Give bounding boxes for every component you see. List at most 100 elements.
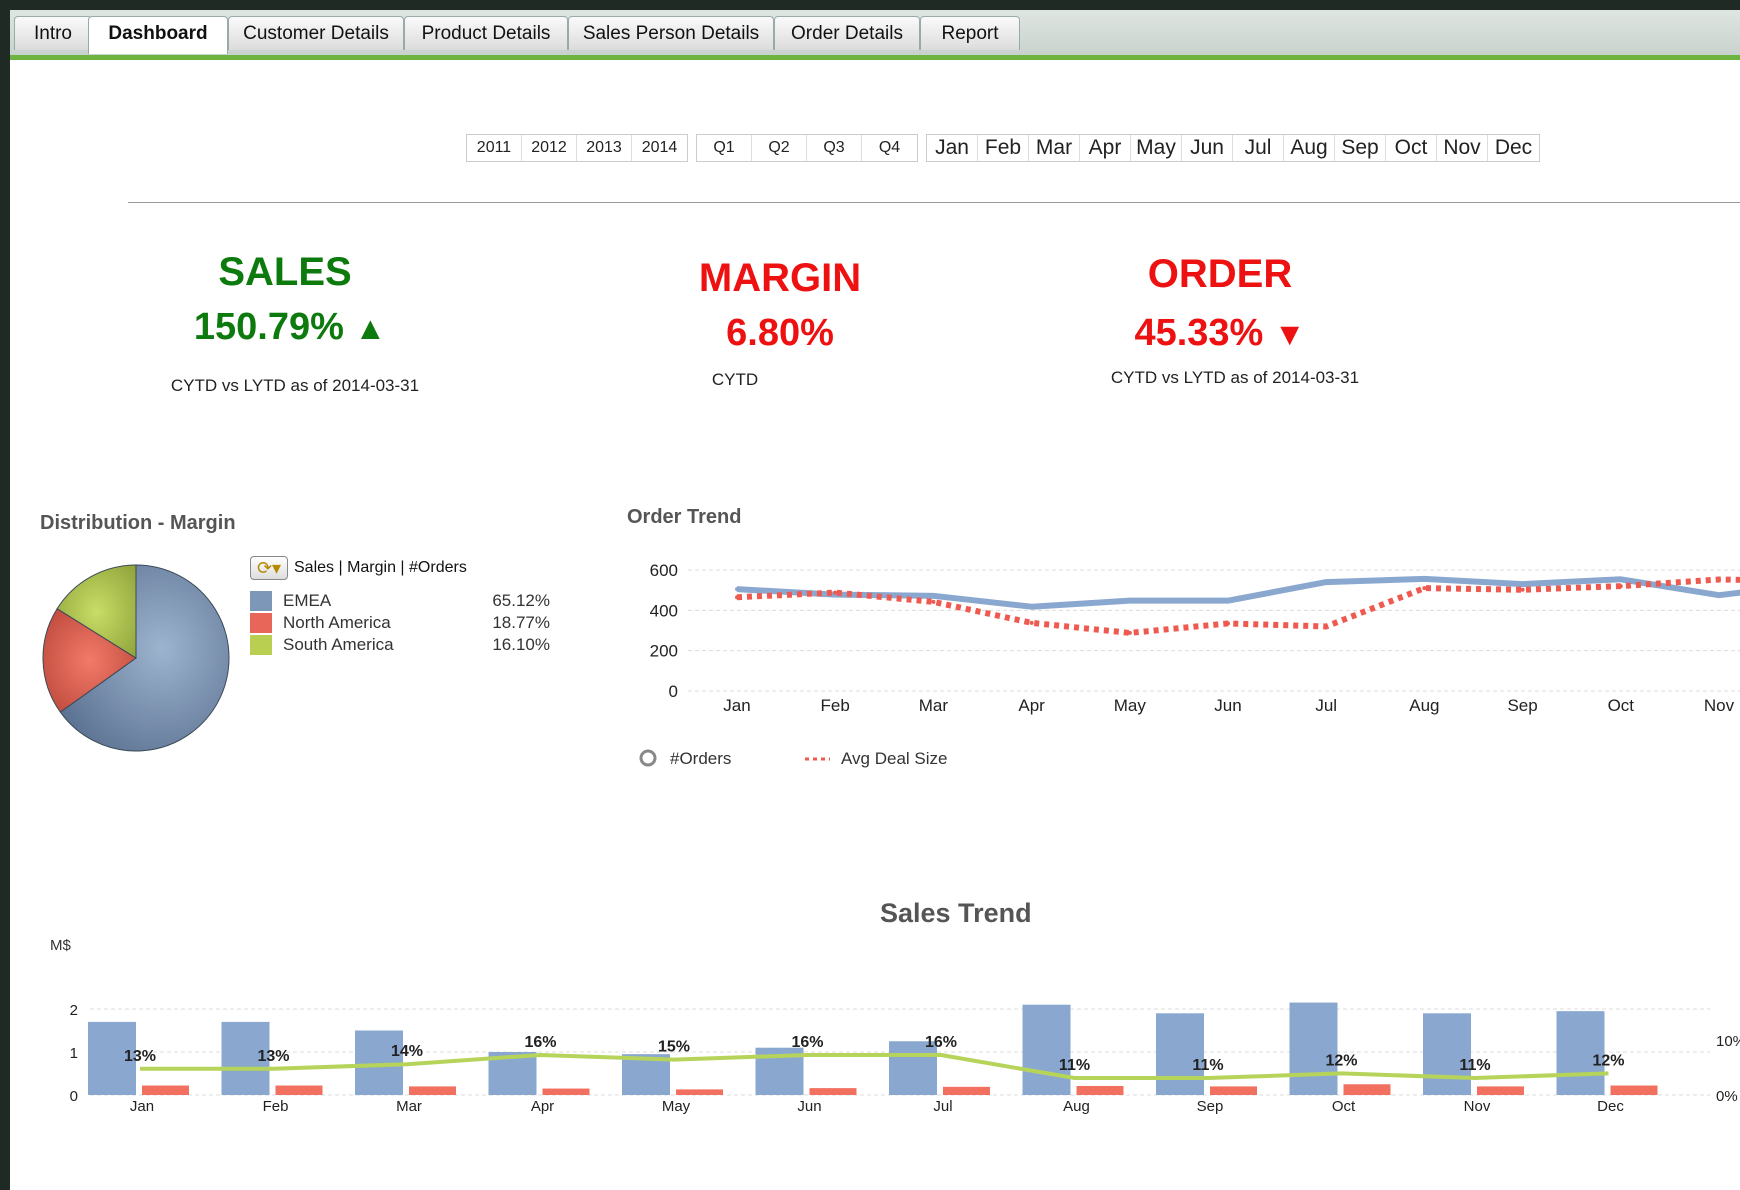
margin-pct-label: 11% (1192, 1057, 1223, 1074)
sales-bar[interactable] (1289, 1002, 1338, 1095)
margin-bar[interactable] (809, 1088, 857, 1095)
dimension-cycle[interactable]: ⟳▾ Sales | Margin | #Orders (250, 556, 550, 582)
x-tick-label: Jan (723, 696, 750, 715)
legend-value: 16.10% (492, 635, 550, 654)
kpi-sales-value: 150.79% ▲ (140, 306, 440, 349)
month-option[interactable]: Jul (1233, 135, 1284, 161)
margin-bar[interactable] (1076, 1085, 1124, 1095)
month-option[interactable]: Jan (927, 135, 978, 161)
month-option[interactable]: Dec (1488, 135, 1539, 161)
tab-report[interactable]: Report (920, 16, 1020, 50)
year-option[interactable]: 2014 (632, 135, 687, 161)
quarter-option[interactable]: Q1 (697, 135, 752, 161)
data-point (1520, 582, 1525, 587)
margin-bar[interactable] (542, 1088, 590, 1095)
margin-bar[interactable] (943, 1086, 990, 1095)
margin-pct-label: 13% (124, 1048, 156, 1065)
month-option[interactable]: Oct (1386, 135, 1437, 161)
x-tick-label: Jun (1214, 696, 1241, 715)
year-filter: 2011 2012 2013 2014 (466, 134, 688, 162)
margin-pct-label: 14% (391, 1043, 423, 1060)
sales-bar[interactable] (1022, 1004, 1071, 1095)
y-tick-label: 0 (70, 1088, 78, 1105)
tab-intro[interactable]: Intro (14, 16, 92, 50)
month-option[interactable]: Mar (1029, 135, 1080, 161)
arrow-down-icon: ▼ (1273, 316, 1306, 352)
quarter-option[interactable]: Q3 (807, 135, 862, 161)
x-tick-label: Apr (531, 1098, 554, 1115)
legend-label: Avg Deal Size (841, 749, 947, 768)
year-option[interactable]: 2013 (577, 135, 632, 161)
sheet-tab-bar: Intro Dashboard Customer Details Product… (10, 10, 1740, 60)
margin-bar[interactable] (1210, 1086, 1257, 1095)
month-option[interactable]: Feb (978, 135, 1029, 161)
margin-bar[interactable] (676, 1089, 723, 1095)
x-tick-label: Mar (396, 1098, 422, 1115)
month-option[interactable]: Sep (1335, 135, 1386, 161)
month-option[interactable]: Apr (1080, 135, 1131, 161)
kpi-order-subtitle: CYTD vs LYTD as of 2014-03-31 (1110, 368, 1360, 387)
x-tick-label: Oct (1608, 696, 1635, 715)
year-option[interactable]: 2012 (522, 135, 577, 161)
data-point (1029, 620, 1034, 625)
kpi-sales-subtitle: CYTD vs LYTD as of 2014-03-31 (170, 376, 420, 395)
tab-dashboard[interactable]: Dashboard (88, 16, 228, 54)
data-point (931, 593, 936, 598)
kpi-order-number: 45.33% (1134, 312, 1264, 354)
margin-bar[interactable] (275, 1085, 323, 1095)
x-tick-label: Sep (1197, 1098, 1224, 1115)
month-option[interactable]: May (1131, 135, 1182, 161)
sales-bar[interactable] (1423, 1013, 1471, 1095)
legend-label: South America (283, 635, 394, 654)
margin-pct-label: 15% (658, 1039, 690, 1056)
kpi-order-title: ORDER (1147, 252, 1293, 296)
legend-swatch (250, 613, 272, 633)
kpi-margin-value: 6.80% (726, 312, 834, 354)
margin-bar[interactable] (1610, 1085, 1658, 1095)
tab-product-details[interactable]: Product Details (404, 16, 568, 50)
order-trend-title: Order Trend (627, 506, 742, 528)
data-point (1422, 586, 1427, 591)
x-tick-label: Jul (1315, 696, 1337, 715)
data-point (1324, 580, 1329, 585)
x-tick-label: Sep (1507, 696, 1537, 715)
sales-trend-unit: M$ (50, 937, 71, 954)
quarter-option[interactable]: Q2 (752, 135, 807, 161)
margin-bar[interactable] (142, 1085, 189, 1095)
data-point (1422, 576, 1427, 581)
y-tick-label: 600 (650, 561, 678, 580)
data-point (735, 595, 739, 600)
sales-bar[interactable] (1156, 1013, 1204, 1095)
dashboard-window: Intro Dashboard Customer Details Product… (10, 10, 1740, 1190)
data-point (833, 590, 838, 595)
tab-sales-person-details[interactable]: Sales Person Details (568, 16, 774, 50)
x-tick-label: Jun (797, 1098, 821, 1115)
month-option[interactable]: Nov (1437, 135, 1488, 161)
margin-bar[interactable] (409, 1086, 456, 1095)
margin-bar[interactable] (1477, 1086, 1524, 1095)
data-point (931, 599, 936, 604)
cycle-icon[interactable]: ⟳▾ (250, 556, 288, 580)
tab-customer-details[interactable]: Customer Details (228, 16, 404, 50)
sales-trend-chart: 0 1 2 0% 10% Jan Feb Mar Apr May Jun Jul Aug Sep Oct No… (70, 1002, 1740, 1115)
sales-trend-title: Sales Trend (880, 898, 1032, 928)
margin-pct-label: 12% (1592, 1052, 1624, 1069)
y-tick-label: 400 (650, 601, 678, 620)
tab-order-details[interactable]: Order Details (774, 16, 920, 50)
legend-label: North America (283, 613, 391, 632)
x-tick-label: Aug (1063, 1098, 1090, 1115)
y-tick-label: 1 (70, 1045, 78, 1062)
x-tick-label: Aug (1409, 696, 1439, 715)
legend-label: EMEA (283, 591, 332, 610)
month-option[interactable]: Jun (1182, 135, 1233, 161)
margin-pct-label: 13% (257, 1048, 289, 1065)
month-option[interactable]: Aug (1284, 135, 1335, 161)
year-option[interactable]: 2011 (467, 135, 522, 161)
y-tick-label: 200 (650, 642, 678, 661)
x-tick-label: Mar (919, 696, 949, 715)
margin-bar[interactable] (1343, 1084, 1391, 1095)
quarter-option[interactable]: Q4 (862, 135, 917, 161)
margin-pct-label: 11% (1459, 1057, 1490, 1074)
kpi-margin-subtitle: CYTD (711, 370, 759, 389)
margin-pct-label: 11% (1059, 1057, 1090, 1074)
